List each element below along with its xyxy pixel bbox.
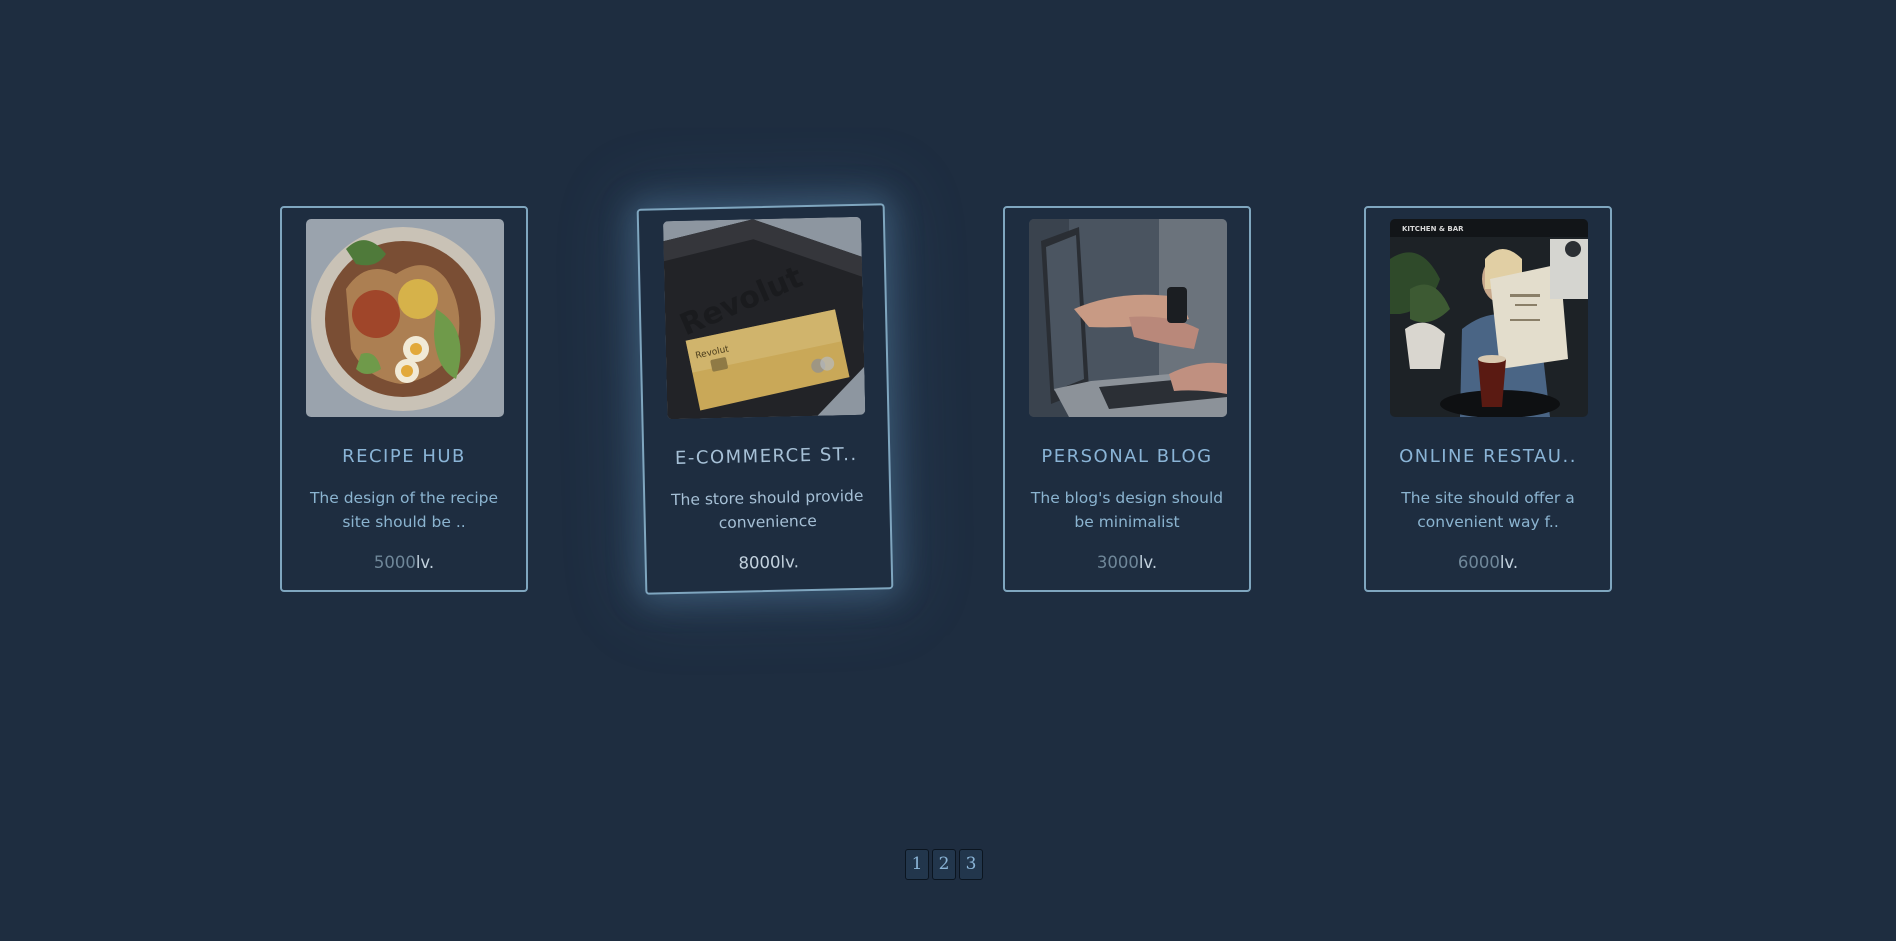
cafe-sign-text: KITCHEN & BAR [1402, 225, 1464, 233]
card-price: 8000lv. [647, 550, 891, 575]
card-title: ONLINE RESTAU.. [1399, 446, 1577, 467]
project-card-personal-blog[interactable]: PERSONAL BLOG The blog's design should b… [1003, 206, 1251, 592]
page-button-2[interactable]: 2 [932, 849, 956, 880]
card-title: PERSONAL BLOG [1041, 446, 1213, 467]
price-value: 6000 [1457, 553, 1500, 572]
price-value: 5000 [373, 553, 416, 572]
personal-blog-image [1029, 219, 1227, 417]
project-card-online-restaurant[interactable]: KITCHEN & BAR ONLINE RESTAU.. The site s… [1364, 206, 1612, 592]
card-description: The site should offer a convenient way f… [1401, 489, 1575, 531]
price-value: 8000 [738, 552, 781, 573]
price-currency: lv. [415, 553, 435, 572]
card-price: 6000lv. [1366, 553, 1610, 572]
page-button-3[interactable]: 3 [959, 849, 983, 880]
project-card-ecommerce-store[interactable]: Revolut Revolut E-COMMERCE ST.. The stor… [636, 203, 894, 595]
price-currency: lv. [1499, 553, 1519, 572]
card-description: The blog's design should be minimalist [1030, 489, 1224, 531]
card-title: E-COMMERCE ST.. [674, 443, 858, 470]
ecommerce-store-image: Revolut Revolut [662, 216, 866, 420]
price-currency: lv. [1138, 553, 1158, 572]
card-description: The design of the recipe site should be … [309, 489, 499, 531]
card-price: 5000lv. [282, 553, 526, 572]
price-value: 3000 [1096, 553, 1139, 572]
online-restaurant-image: KITCHEN & BAR [1390, 219, 1588, 417]
recipe-hub-image [306, 219, 504, 417]
card-title: RECIPE HUB [342, 446, 466, 467]
card-description: The store should provide convenience [670, 486, 864, 533]
project-card-recipe-hub[interactable]: RECIPE HUB The design of the recipe site… [280, 206, 528, 592]
pagination: 1 2 3 [905, 849, 983, 880]
price-currency: lv. [780, 552, 800, 572]
project-cards-row: RECIPE HUB The design of the recipe site… [0, 0, 1896, 941]
card-price: 3000lv. [1005, 553, 1249, 572]
page-button-1[interactable]: 1 [905, 849, 929, 880]
